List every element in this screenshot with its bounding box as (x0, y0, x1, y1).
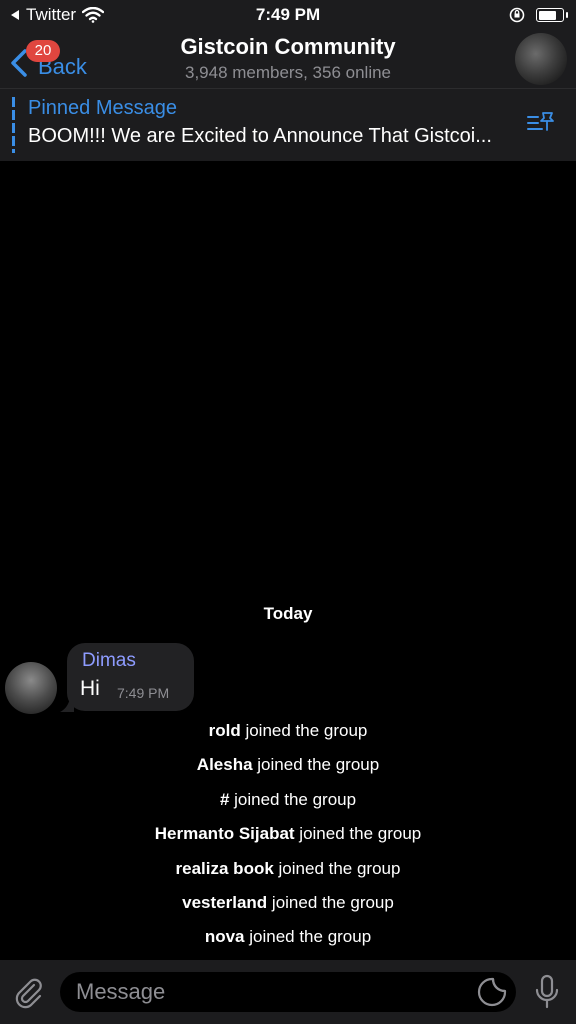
chat-title[interactable]: Gistcoin Community (0, 34, 576, 60)
pinned-text: BOOM!!! We are Excited to Announce That … (28, 125, 492, 147)
group-avatar[interactable] (515, 33, 567, 85)
message-bubble[interactable]: Dimas Hi 7:49 PM (67, 643, 194, 711)
chat-subtitle: 3,948 members, 356 online (184, 63, 392, 82)
service-message: vesterland joined the group (0, 892, 576, 926)
sticker-icon[interactable] (476, 976, 508, 1008)
service-message: rold joined the group (0, 720, 576, 754)
service-message: nova joined the group (0, 926, 576, 960)
message-input[interactable] (60, 972, 516, 1012)
microphone-icon[interactable] (534, 974, 560, 1010)
pinned-list-icon[interactable] (526, 109, 556, 135)
joined-user-name[interactable]: nova (205, 927, 245, 946)
battery-icon (536, 8, 568, 22)
service-action: joined the group (240, 721, 368, 740)
joined-user-name[interactable]: realiza book (176, 859, 274, 878)
service-message: Hermanto Sijabat joined the group (0, 823, 576, 857)
composer-bar (0, 960, 576, 1024)
battery-level (538, 10, 556, 20)
service-action: joined the group (273, 858, 401, 878)
message-time: 7:49 PM (117, 685, 170, 701)
joined-user-name[interactable]: Hermanto Sijabat (155, 824, 295, 843)
pinned-title: Pinned Message (28, 97, 177, 119)
date-separator: Today (263, 604, 313, 623)
message-text: Hi (80, 677, 100, 700)
joined-user-name[interactable]: vesterland (182, 893, 267, 912)
joined-user-name[interactable]: Alesha (197, 755, 253, 774)
status-bar: Twitter 7:49 PM (0, 0, 576, 30)
service-message: # joined the group (0, 789, 576, 823)
pinned-message[interactable]: Pinned Message BOOM!!! We are Excited to… (0, 88, 576, 161)
service-message: Alesha joined the group (0, 754, 576, 788)
status-time: 7:49 PM (255, 5, 321, 24)
status-indicators (508, 6, 568, 24)
joined-user-name[interactable]: rold (209, 721, 241, 740)
orientation-lock-icon (509, 7, 525, 23)
paperclip-icon[interactable] (12, 976, 46, 1010)
chat-header: Back 20 Gistcoin Community 3,948 members… (0, 30, 576, 88)
service-action: joined the group (229, 789, 357, 809)
service-action: joined the group (252, 755, 380, 775)
joined-user-name[interactable]: # (220, 790, 229, 809)
service-message: realiza book joined the group (0, 858, 576, 892)
message-sender[interactable]: Dimas (82, 650, 136, 672)
service-action: joined the group (244, 927, 372, 947)
pinned-indicator (12, 97, 15, 153)
sender-avatar[interactable] (5, 662, 57, 714)
service-action: joined the group (294, 824, 422, 844)
service-messages: rold joined the group Alesha joined the … (0, 720, 576, 961)
service-action: joined the group (267, 892, 394, 912)
